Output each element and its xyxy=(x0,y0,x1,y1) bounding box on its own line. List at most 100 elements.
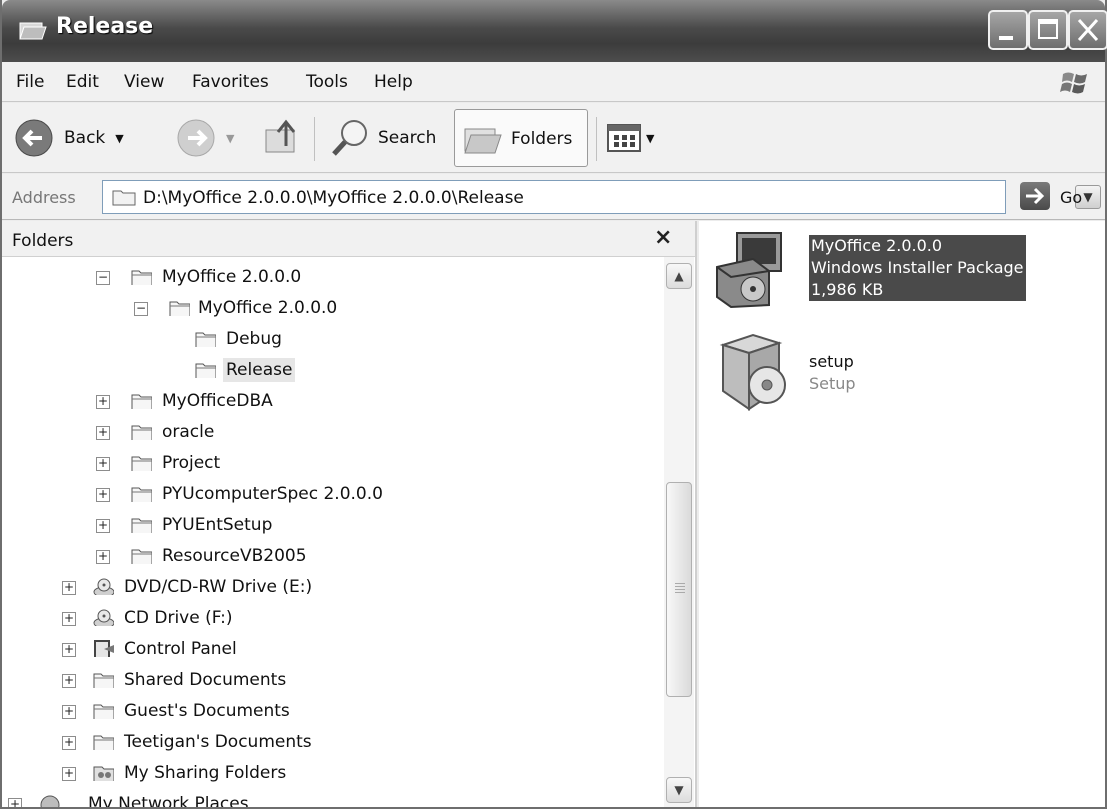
expand-icon[interactable]: + xyxy=(96,519,110,533)
folder-open-icon xyxy=(19,22,47,40)
up-folder-icon xyxy=(265,119,296,153)
expand-icon[interactable]: + xyxy=(62,767,76,781)
file-type: Setup xyxy=(809,374,856,393)
file-name: setup xyxy=(809,352,854,371)
folder-icon xyxy=(93,673,114,688)
menu-tools[interactable]: Tools xyxy=(306,72,348,92)
file-list-pane: MyOffice 2.0.0.0 Windows Installer Packa… xyxy=(699,221,1105,807)
menu-help[interactable]: Help xyxy=(374,72,413,92)
folder-tree: − MyOffice 2.0.0.0 − MyOffice 2.0.0.0 Debug R… xyxy=(2,257,664,807)
expand-icon[interactable]: + xyxy=(62,581,76,595)
tree-node[interactable]: + My Sharing Folders xyxy=(2,759,662,789)
forward-dropdown-icon[interactable]: ▼ xyxy=(226,132,234,145)
tree-node[interactable]: − MyOffice 2.0.0.0 xyxy=(2,263,662,293)
back-dropdown-icon[interactable]: ▼ xyxy=(115,132,123,145)
tree-node[interactable]: + CD Drive (F:) xyxy=(2,604,662,634)
tree-node[interactable]: + Control Panel xyxy=(2,635,662,665)
views-dropdown-icon[interactable]: ▼ xyxy=(646,132,654,145)
folder-icon xyxy=(169,301,190,316)
tree-node[interactable]: + Teetigan's Documents xyxy=(2,728,662,758)
views-button[interactable]: ▼ xyxy=(606,112,654,164)
vertical-scrollbar[interactable]: ▲ ▼ xyxy=(664,257,694,807)
file-item[interactable]: setup Setup xyxy=(705,331,1005,427)
expand-icon[interactable]: + xyxy=(96,395,110,409)
file-item[interactable]: MyOffice 2.0.0.0 Windows Installer Packa… xyxy=(705,227,1105,323)
back-label: Back xyxy=(64,128,106,148)
minimize-button[interactable] xyxy=(988,10,1028,50)
tree-node[interactable]: Debug xyxy=(2,325,662,355)
tree-node-label: CD Drive (F:) xyxy=(124,608,233,628)
tree-node[interactable]: + My Network Places xyxy=(2,790,662,807)
tree-node[interactable]: Release xyxy=(2,356,662,386)
folder-icon xyxy=(131,487,152,502)
go-button[interactable] xyxy=(1020,182,1050,210)
chevron-down-icon: ▼ xyxy=(674,783,684,797)
expand-icon[interactable]: + xyxy=(62,643,76,657)
tree-node[interactable]: + oracle xyxy=(2,418,662,448)
forward-button[interactable]: ▼ xyxy=(174,112,234,164)
folder-icon xyxy=(93,735,114,750)
file-info: MyOffice 2.0.0.0 Windows Installer Packa… xyxy=(809,235,1026,301)
tree-node[interactable]: + PYUcomputerSpec 2.0.0.0 xyxy=(2,480,662,510)
scroll-down-button[interactable]: ▼ xyxy=(666,777,692,803)
close-button[interactable] xyxy=(1068,10,1107,50)
expand-icon[interactable]: + xyxy=(96,488,110,502)
tree-node[interactable]: + ResourceVB2005 xyxy=(2,542,662,572)
maximize-button[interactable] xyxy=(1028,10,1068,50)
expand-icon[interactable]: + xyxy=(62,705,76,719)
expand-icon[interactable]: + xyxy=(8,798,22,807)
menu-file[interactable]: File xyxy=(16,72,44,92)
address-input[interactable]: D:\MyOffice 2.0.0.0\MyOffice 2.0.0.0\Rel… xyxy=(102,180,1101,214)
tree-node-label: Teetigan's Documents xyxy=(124,732,312,752)
expand-icon[interactable]: + xyxy=(62,674,76,688)
go-arrow-icon xyxy=(1026,187,1045,205)
back-button[interactable]: Back ▼ xyxy=(12,112,124,164)
folders-button[interactable]: Folders xyxy=(454,109,588,167)
expand-icon[interactable]: + xyxy=(96,426,110,440)
scroll-up-button[interactable]: ▲ xyxy=(666,263,692,289)
tree-node-label: My Sharing Folders xyxy=(124,763,287,783)
chevron-up-icon: ▲ xyxy=(674,269,684,283)
menu-view[interactable]: View xyxy=(124,72,164,92)
standard-toolbar: Back ▼ ▼ Search Folders ▼ xyxy=(2,103,1105,173)
tree-node-label: oracle xyxy=(162,422,215,442)
folder-icon xyxy=(131,425,152,440)
tree-node-label: Release xyxy=(223,358,296,382)
menu-edit[interactable]: Edit xyxy=(66,72,99,92)
folders-label: Folders xyxy=(511,129,573,149)
folder-icon xyxy=(112,190,136,206)
tree-node[interactable]: + DVD/CD-RW Drive (E:) xyxy=(2,573,662,603)
close-pane-icon[interactable]: × xyxy=(654,225,672,250)
collapse-icon[interactable]: − xyxy=(96,271,110,285)
tree-node[interactable]: + Guest's Documents xyxy=(2,697,662,727)
tree-node[interactable]: + Project xyxy=(2,449,662,479)
tree-node-label: My Network Places xyxy=(88,794,249,807)
folders-pane-title: Folders xyxy=(12,231,74,251)
search-button[interactable]: Search xyxy=(328,112,436,164)
tree-node-label: Guest's Documents xyxy=(124,701,290,721)
title-bar[interactable]: Release xyxy=(2,0,1107,62)
menu-favorites[interactable]: Favorites xyxy=(192,72,269,92)
tree-node[interactable]: + MyOfficeDBA xyxy=(2,387,662,417)
expand-icon[interactable]: + xyxy=(96,550,110,564)
expand-icon[interactable]: + xyxy=(62,736,76,750)
go-label[interactable]: Go xyxy=(1060,188,1082,207)
file-info: setup Setup xyxy=(809,351,856,395)
folder-icon xyxy=(131,549,152,564)
tree-node[interactable]: + PYUEntSetup xyxy=(2,511,662,541)
folder-icon xyxy=(131,270,152,285)
scroll-thumb[interactable] xyxy=(666,482,692,697)
tree-node[interactable]: + Shared Documents xyxy=(2,666,662,696)
grip-icon xyxy=(675,583,685,595)
search-label: Search xyxy=(378,128,437,148)
expand-icon[interactable]: + xyxy=(62,612,76,626)
tree-node-label: MyOffice 2.0.0.0 xyxy=(198,298,338,318)
folders-icon xyxy=(464,128,502,154)
cd-drive-icon xyxy=(93,609,114,626)
back-arrow-icon xyxy=(15,119,53,157)
expand-icon[interactable]: + xyxy=(96,457,110,471)
maximize-icon xyxy=(1038,19,1058,39)
up-button[interactable] xyxy=(260,112,304,164)
collapse-icon[interactable]: − xyxy=(134,302,148,316)
tree-node[interactable]: − MyOffice 2.0.0.0 xyxy=(2,294,662,324)
